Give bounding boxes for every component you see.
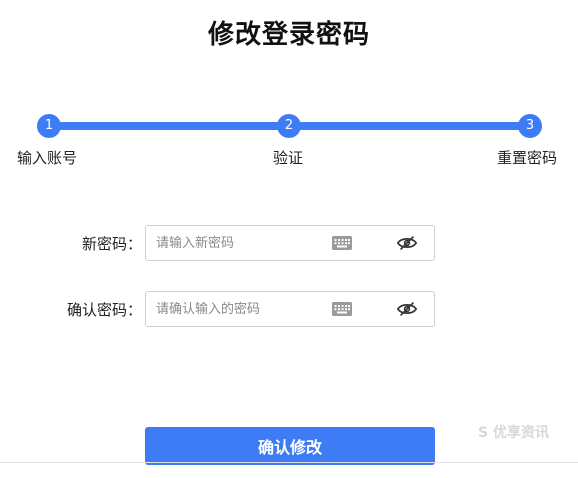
step-3-label: 重置密码 — [497, 149, 558, 167]
new-password-label: 新密码： — [81, 235, 142, 253]
step-1-label: 输入账号 — [17, 149, 78, 167]
watermark: S 优享资讯 — [478, 425, 549, 441]
confirm-password-input[interactable] — [156, 292, 326, 326]
confirm-change-button[interactable]: 确认修改 — [145, 427, 435, 465]
step-2-dot: 2 — [277, 114, 301, 138]
step-2-label: 验证 — [273, 149, 304, 167]
keyboard-icon[interactable] — [332, 302, 352, 316]
step-1-dot: 1 — [37, 114, 61, 138]
step-progress: 1 2 3 输入账号 验证 重置密码 — [0, 114, 578, 174]
keyboard-icon[interactable] — [332, 236, 352, 250]
bottom-divider — [0, 462, 578, 463]
new-password-input[interactable] — [156, 226, 326, 260]
confirm-password-field — [145, 291, 435, 327]
page-title: 修改登录密码 — [207, 20, 370, 50]
confirm-password-label: 确认密码： — [66, 301, 142, 319]
eye-off-icon[interactable] — [396, 232, 418, 254]
new-password-field — [145, 225, 435, 261]
step-3-dot: 3 — [518, 114, 542, 138]
eye-off-icon[interactable] — [396, 298, 418, 320]
